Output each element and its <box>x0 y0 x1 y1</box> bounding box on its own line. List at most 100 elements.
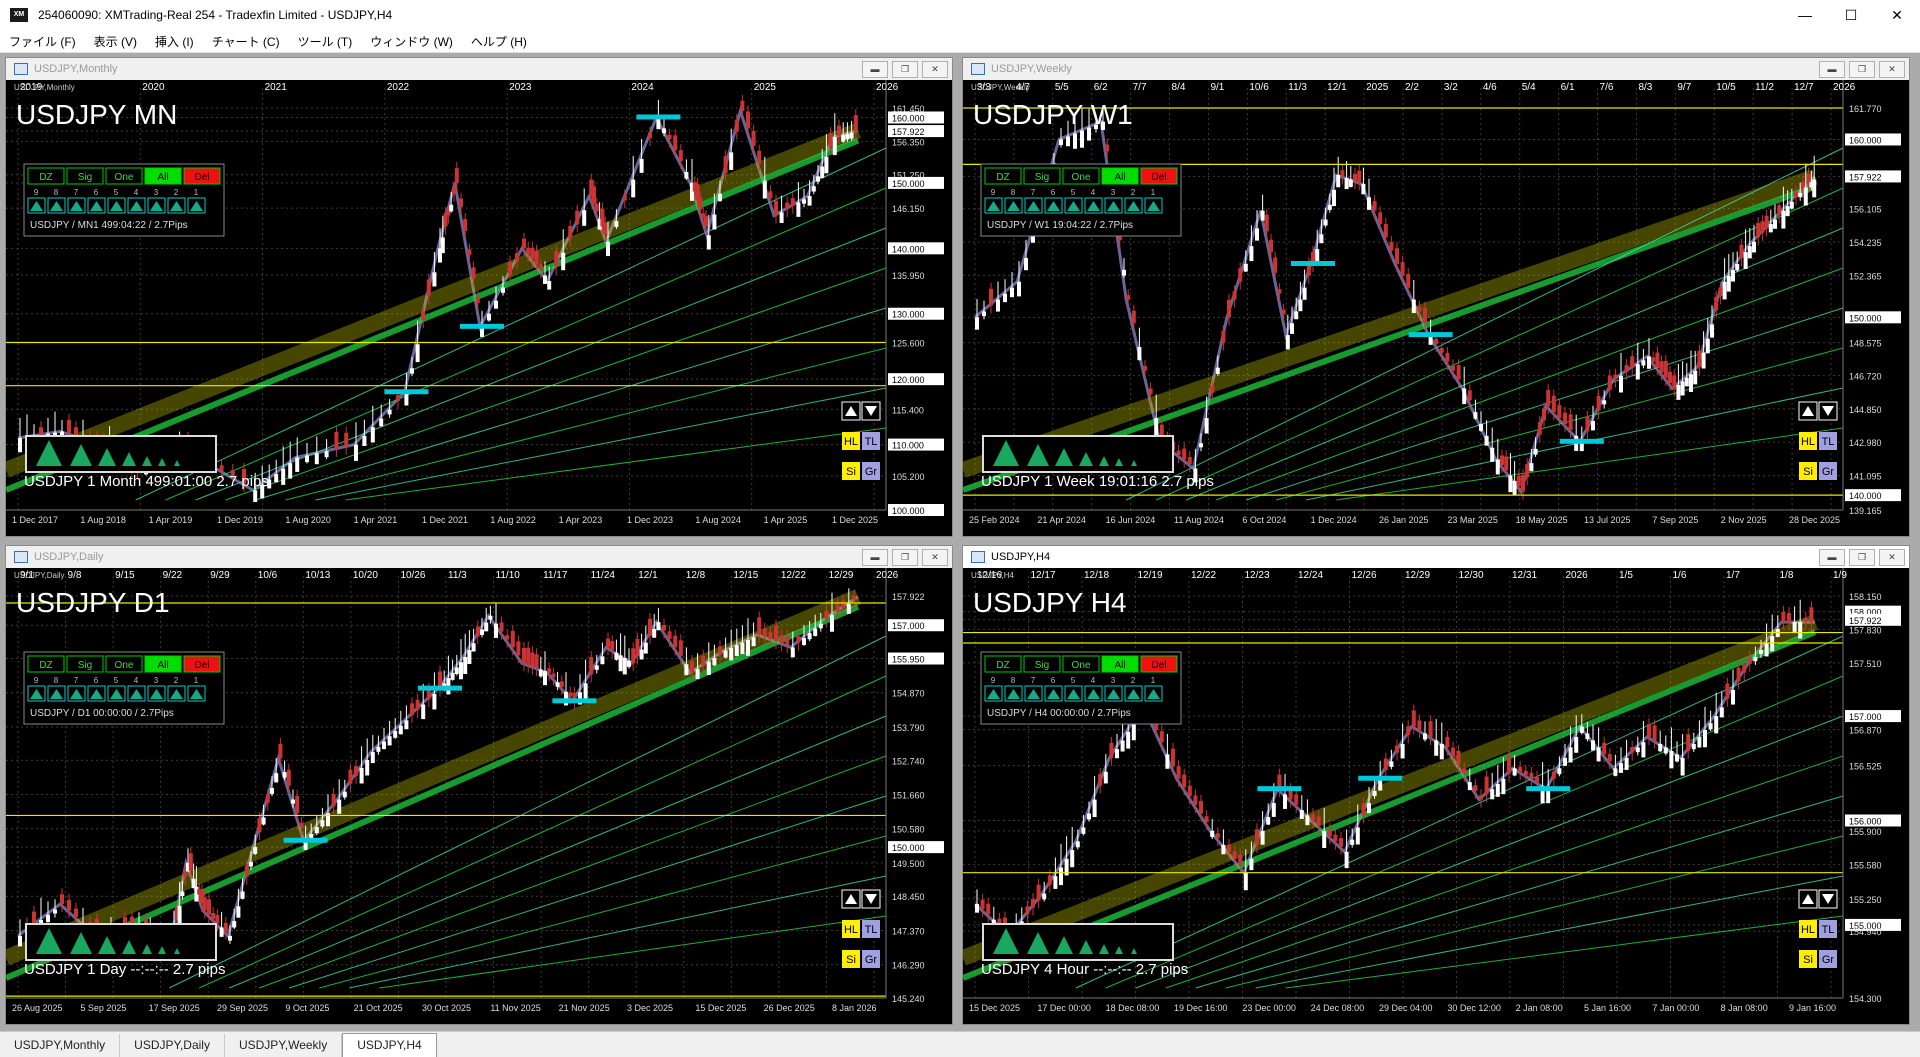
candle-body <box>1495 459 1500 475</box>
panel-button-label: DZ <box>39 660 52 671</box>
panel-digit: 8 <box>1011 676 1016 685</box>
time-axis-label: 1 Apr 2019 <box>149 515 193 525</box>
candle-body <box>1232 851 1237 859</box>
chart-corner-label: USDJPY,Monthly <box>14 83 75 92</box>
chart-minimize-button[interactable]: ▬ <box>862 61 888 78</box>
candle-body <box>1752 241 1756 253</box>
chart-close-button[interactable]: ✕ <box>1879 61 1905 78</box>
candle-body <box>1348 179 1353 187</box>
candle-body <box>837 125 841 137</box>
candle-body <box>1535 776 1539 783</box>
chart-canvas[interactable]: 161.450160.000157.922156.350151.250150.0… <box>6 80 952 536</box>
candle-body <box>1777 205 1782 216</box>
panel-button-label: Sig <box>1035 660 1049 671</box>
panel-digit: 9 <box>991 188 996 197</box>
price-label: 150.000 <box>892 843 925 853</box>
time-axis-label: 18 May 2025 <box>1516 515 1568 525</box>
menu-tools[interactable]: ツール (T) <box>289 33 362 50</box>
chart-window-titlebar[interactable]: USDJPY,Weekly ▬ ❐ ✕ <box>963 58 1909 80</box>
chart-canvas[interactable]: 158.150158.000157.922157.830157.510157.0… <box>963 568 1909 1024</box>
candle-body <box>1383 758 1388 771</box>
candle-body <box>1675 754 1679 762</box>
tab-usdjpy-monthly[interactable]: USDJPY,Monthly <box>0 1034 121 1057</box>
candle-body <box>622 657 627 675</box>
menu-file[interactable]: ファイル (F) <box>0 33 85 50</box>
candle-body <box>1333 834 1338 842</box>
price-label: 146.720 <box>1849 372 1882 382</box>
close-button[interactable]: ✕ <box>1874 0 1920 30</box>
chart-canvas[interactable]: 157.922 157.000 155.950 154.870 153.790 152.7… <box>6 568 952 1024</box>
candle-body <box>1361 183 1366 195</box>
candle-body <box>314 827 319 834</box>
candle-body <box>846 604 851 614</box>
chart-window-weekly[interactable]: USDJPY,Weekly ▬ ❐ ✕ 161.770 160.000 157.92… <box>962 57 1910 537</box>
time-axis-label: 1 Dec 2019 <box>217 515 263 525</box>
menu-insert[interactable]: 挿入 (I) <box>146 33 203 50</box>
candle-body <box>1546 389 1551 407</box>
chart-window-titlebar[interactable]: USDJPY,Monthly ▬ ❐ ✕ <box>6 58 952 80</box>
chart-window-monthly[interactable]: USDJPY,Monthly ▬ ❐ ✕ 161.450 160.000 157.9… <box>5 57 953 537</box>
candle-body <box>1523 770 1528 776</box>
tab-usdjpy-h4[interactable]: USDJPY,H4 <box>342 1033 437 1057</box>
candle-body <box>1439 347 1444 353</box>
candle-body <box>1641 742 1646 758</box>
candle-body <box>543 671 547 686</box>
chart-canvas[interactable]: 161.770 160.000 157.922 156.105 154.235 152.3… <box>963 80 1909 536</box>
maximize-button[interactable]: ☐ <box>1828 0 1874 30</box>
candle-body <box>1624 757 1629 770</box>
candle-body <box>589 657 594 675</box>
candle-body <box>594 665 599 670</box>
top-date-label: 2020 <box>142 82 165 93</box>
candle-body <box>459 662 463 680</box>
candle-body <box>662 625 666 631</box>
chart-minimize-button[interactable]: ▬ <box>1819 549 1845 566</box>
candle-body <box>1753 656 1758 662</box>
candle-body <box>286 769 291 786</box>
menu-window[interactable]: ウィンドウ (W) <box>361 33 462 50</box>
chart-close-button[interactable]: ✕ <box>922 61 948 78</box>
top-date-label: 12/26 <box>1352 570 1377 581</box>
price-label: 110.000 <box>892 441 924 451</box>
candle-body <box>376 746 381 752</box>
chart-restore-button[interactable]: ❐ <box>892 61 918 78</box>
minimize-button[interactable]: — <box>1782 0 1828 30</box>
menu-chart[interactable]: チャート (C) <box>203 33 289 50</box>
top-date-label: 5/4 <box>1522 82 1536 93</box>
chart-window-h4[interactable]: USDJPY,H4 ▬ ❐ ✕ 158.150 158.000 157.922 157… <box>962 545 1910 1025</box>
chart-restore-button[interactable]: ❐ <box>1849 61 1875 78</box>
candle-body <box>1238 854 1243 866</box>
price-label: 157.922 <box>892 127 925 137</box>
chart-window-titlebar[interactable]: USDJPY,H4 ▬ ❐ ✕ <box>963 546 1909 568</box>
price-label: 157.000 <box>1849 712 1882 722</box>
chart-restore-button[interactable]: ❐ <box>892 549 918 566</box>
chart-big-label: USDJPY MN <box>16 99 177 130</box>
candle-body <box>1372 201 1377 211</box>
chart-minimize-button[interactable]: ▬ <box>862 549 888 566</box>
candle-body <box>614 652 619 660</box>
top-date-label: 7/6 <box>1600 82 1614 93</box>
candle-body <box>734 645 739 657</box>
candle-body <box>606 638 610 648</box>
tab-usdjpy-daily[interactable]: USDJPY,Daily <box>120 1034 225 1057</box>
chart-window-daily[interactable]: USDJPY,Daily ▬ ❐ ✕ 157.922 157.000 155.950… <box>5 545 953 1025</box>
panel-button-label: DZ <box>39 172 52 183</box>
candle-body <box>454 667 459 675</box>
chart-close-button[interactable]: ✕ <box>922 549 948 566</box>
chart-restore-button[interactable]: ❐ <box>1849 549 1875 566</box>
tab-usdjpy-weekly[interactable]: USDJPY,Weekly <box>225 1034 343 1057</box>
candle-body <box>816 176 820 182</box>
candle-body <box>526 247 531 254</box>
chart-window-titlebar[interactable]: USDJPY,Daily ▬ ❐ ✕ <box>6 546 952 568</box>
panel-digit: 3 <box>1111 188 1116 197</box>
chart-close-button[interactable]: ✕ <box>1879 549 1905 566</box>
candle-body <box>253 490 258 503</box>
chart-minimize-button[interactable]: ▬ <box>1819 61 1845 78</box>
candle-body <box>1126 731 1131 749</box>
chart-tabs-bar: USDJPY,Monthly USDJPY,Daily USDJPY,Weekl… <box>0 1031 1920 1057</box>
candle-body <box>1120 740 1125 752</box>
candle-body <box>1249 246 1254 262</box>
menu-view[interactable]: 表示 (V) <box>85 33 146 50</box>
time-axis-label: 19 Dec 16:00 <box>1174 1003 1228 1013</box>
menu-help[interactable]: ヘルプ (H) <box>462 33 536 50</box>
candle-body <box>1339 838 1343 847</box>
